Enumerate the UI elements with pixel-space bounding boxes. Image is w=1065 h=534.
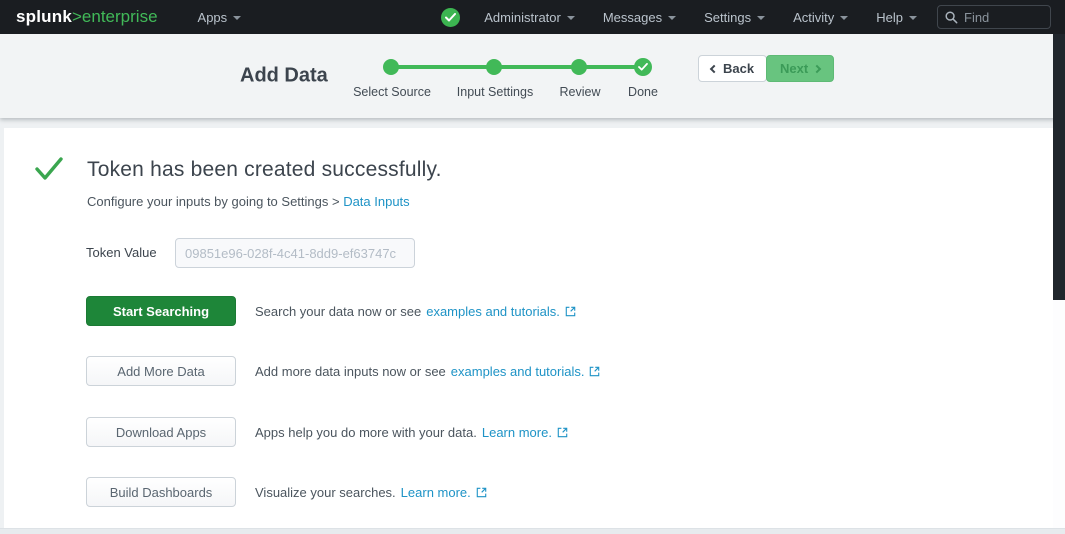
- top-nav: splunk>enterprise Apps Administrator Mes…: [0, 0, 1065, 34]
- action-description: Visualize your searches. Learn more.: [255, 485, 487, 500]
- step-label-select-source: Select Source: [353, 85, 431, 99]
- build-dashboards-button[interactable]: Build Dashboards: [86, 477, 236, 507]
- examples-tutorials-link[interactable]: examples and tutorials.: [426, 304, 560, 319]
- start-searching-button[interactable]: Start Searching: [86, 296, 236, 326]
- action-description-text: Search your data now or see: [255, 303, 422, 319]
- nav-activity-menu[interactable]: Activity: [779, 0, 862, 34]
- success-heading: Token has been created successfully.: [87, 158, 442, 181]
- external-link-icon: [590, 366, 600, 377]
- logo-suffix-text: >enterprise: [72, 7, 158, 26]
- find-search-input[interactable]: [964, 9, 1036, 25]
- external-link-icon: [476, 487, 487, 498]
- nav-administrator-menu[interactable]: Administrator: [470, 0, 589, 34]
- action-row-download-apps: Download Apps Apps help you do more with…: [86, 417, 568, 447]
- next-button[interactable]: Next: [766, 55, 835, 82]
- page-title: Add Data: [240, 64, 328, 87]
- chevron-left-icon: [709, 64, 719, 74]
- logo-brand-text: splunk: [16, 7, 72, 26]
- configure-hint: Configure your inputs by going to Settin…: [87, 194, 410, 209]
- action-description-text: Apps help you do more with your data.: [255, 424, 477, 440]
- caret-down-icon: [757, 16, 766, 20]
- nav-apps-label: Apps: [197, 9, 228, 25]
- scrollbar-thumb[interactable]: [1053, 34, 1065, 300]
- step-dot-done: [634, 58, 652, 76]
- caret-down-icon: [668, 16, 677, 20]
- step-label-review: Review: [559, 85, 601, 99]
- add-more-data-button[interactable]: Add More Data: [86, 356, 236, 386]
- nav-administrator-label: Administrator: [484, 9, 561, 25]
- nav-help-menu[interactable]: Help: [862, 0, 931, 34]
- nav-apps-menu[interactable]: Apps: [184, 0, 256, 34]
- action-description: Apps help you do more with your data. Le…: [255, 425, 568, 440]
- stepper-connector-line: [391, 65, 643, 69]
- nav-help-label: Help: [876, 9, 903, 25]
- step-label-done: Done: [628, 85, 658, 99]
- success-check-icon: [35, 157, 63, 180]
- action-description: Add more data inputs now or see examples…: [255, 364, 600, 379]
- action-row-start-searching: Start Searching Search your data now or …: [86, 296, 576, 326]
- caret-down-icon: [909, 16, 917, 20]
- nav-messages-label: Messages: [602, 9, 663, 25]
- find-search-box[interactable]: [937, 5, 1051, 29]
- add-data-header: Add Data Select Source Input Settings Re…: [0, 34, 1065, 118]
- action-row-build-dashboards: Build Dashboards Visualize your searches…: [86, 477, 487, 507]
- step-label-input-settings: Input Settings: [456, 85, 534, 99]
- action-description: Search your data now or see examples and…: [255, 304, 576, 319]
- step-dot-select-source: [383, 59, 399, 75]
- nav-messages-menu[interactable]: Messages: [589, 0, 690, 34]
- step-dot-input-settings: [486, 59, 502, 75]
- next-button-label: Next: [780, 61, 809, 76]
- scrollbar-track[interactable]: [1053, 300, 1065, 528]
- back-button[interactable]: Back: [698, 55, 768, 82]
- check-glyph: [638, 63, 648, 71]
- caret-down-icon: [233, 16, 242, 20]
- check-glyph: [445, 12, 457, 21]
- action-row-add-more-data: Add More Data Add more data inputs now o…: [86, 356, 600, 386]
- examples-tutorials-link[interactable]: examples and tutorials.: [451, 364, 585, 379]
- nav-settings-menu[interactable]: Settings: [690, 0, 779, 34]
- learn-more-link[interactable]: Learn more.: [482, 425, 552, 440]
- step-dot-review: [571, 59, 587, 75]
- back-button-label: Back: [723, 61, 755, 76]
- configure-hint-text: Configure your inputs by going to Settin…: [87, 194, 344, 209]
- learn-more-link[interactable]: Learn more.: [401, 485, 471, 500]
- action-description-text: Add more data inputs now or see: [255, 363, 446, 379]
- download-apps-button[interactable]: Download Apps: [86, 417, 236, 447]
- search-icon: [945, 10, 958, 23]
- bottom-scrollbar-strip: [0, 528, 1065, 534]
- status-check-icon[interactable]: [441, 7, 461, 27]
- nav-settings-label: Settings: [704, 9, 752, 25]
- token-value-label: Token Value: [86, 245, 157, 260]
- content-panel: Token has been created successfully. Con…: [4, 128, 1053, 528]
- splunk-logo[interactable]: splunk>enterprise: [16, 7, 158, 27]
- caret-down-icon: [840, 16, 849, 20]
- action-description-text: Visualize your searches.: [255, 484, 396, 500]
- external-link-icon: [557, 427, 568, 438]
- external-link-icon: [565, 306, 576, 317]
- caret-down-icon: [566, 16, 575, 20]
- chevron-right-icon: [812, 64, 822, 74]
- nav-activity-label: Activity: [793, 9, 835, 25]
- token-value-input[interactable]: [175, 238, 415, 268]
- progress-stepper: Select Source Input Settings Review Done: [352, 57, 662, 109]
- data-inputs-link[interactable]: Data Inputs: [343, 194, 410, 209]
